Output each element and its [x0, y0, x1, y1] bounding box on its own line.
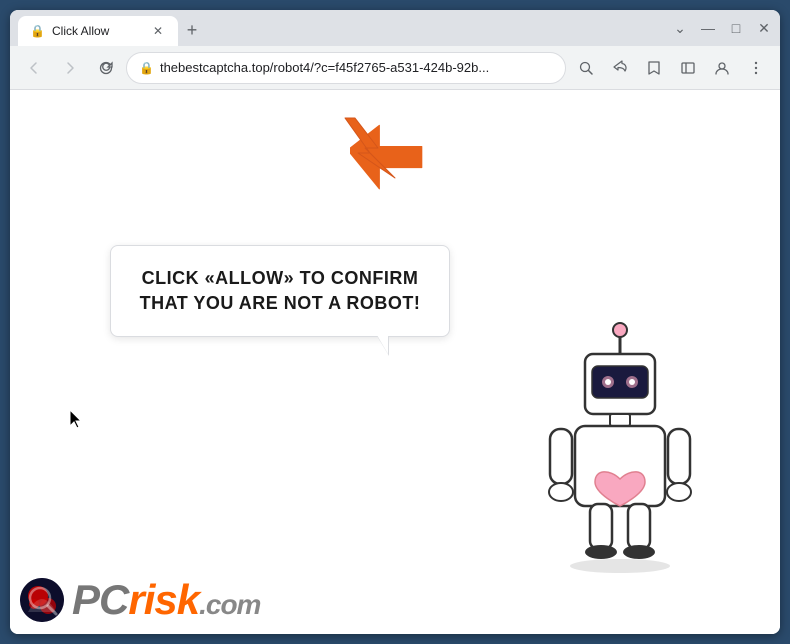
maximize-button[interactable]: □ [728, 20, 744, 36]
page-content: CLICK «ALLOW» TO CONFIRM THAT YOU ARE NO… [10, 90, 780, 634]
toolbar: 🔒 thebestcaptcha.top/robot4/?c=f45f2765-… [10, 46, 780, 90]
speech-bubble: CLICK «ALLOW» TO CONFIRM THAT YOU ARE NO… [110, 245, 450, 337]
window-controls: ⌄ — □ ✕ [672, 20, 772, 36]
share-button[interactable] [604, 52, 636, 84]
url-text: thebestcaptcha.top/robot4/?c=f45f2765-a5… [160, 60, 553, 75]
new-tab-button[interactable]: + [178, 16, 206, 44]
reload-button[interactable] [90, 52, 122, 84]
close-button[interactable]: ✕ [756, 20, 772, 36]
captcha-message: CLICK «ALLOW» TO CONFIRM THAT YOU ARE NO… [135, 266, 425, 316]
sidebar-button[interactable] [672, 52, 704, 84]
back-button[interactable] [18, 52, 50, 84]
profile-button[interactable] [706, 52, 738, 84]
cursor-icon [70, 410, 84, 430]
tab-bar: 🔒 Click Allow ✕ + [18, 16, 772, 46]
pcrisk-logo-icon [20, 578, 64, 622]
menu-button[interactable] [740, 52, 772, 84]
minimize-button[interactable]: — [700, 20, 716, 36]
robot-image [520, 314, 720, 574]
toolbar-icons [570, 52, 772, 84]
address-bar[interactable]: 🔒 thebestcaptcha.top/robot4/?c=f45f2765-… [126, 52, 566, 84]
window-menu-button[interactable]: ⌄ [672, 20, 688, 36]
browser-tab[interactable]: 🔒 Click Allow ✕ [18, 16, 178, 46]
tab-close-button[interactable]: ✕ [150, 23, 166, 39]
tab-favicon-icon: 🔒 [30, 24, 44, 38]
browser-window: 🔒 Click Allow ✕ + ⌄ — □ ✕ 🔒 thebestcaptc… [10, 10, 780, 634]
speech-bubble-container: CLICK «ALLOW» TO CONFIRM THAT YOU ARE NO… [110, 245, 450, 337]
tab-title: Click Allow [52, 24, 142, 38]
watermark: PCrisk.com [20, 576, 260, 624]
pcrisk-text: PCrisk.com [72, 576, 260, 624]
bookmark-button[interactable] [638, 52, 670, 84]
forward-button[interactable] [54, 52, 86, 84]
pc-text: PC [72, 576, 128, 623]
title-bar: 🔒 Click Allow ✕ + ⌄ — □ ✕ [10, 10, 780, 46]
dotcom-text: .com [199, 589, 260, 620]
search-button[interactable] [570, 52, 602, 84]
pointing-arrow [340, 108, 430, 203]
lock-icon: 🔒 [139, 61, 154, 75]
risk-text: risk [128, 576, 199, 623]
